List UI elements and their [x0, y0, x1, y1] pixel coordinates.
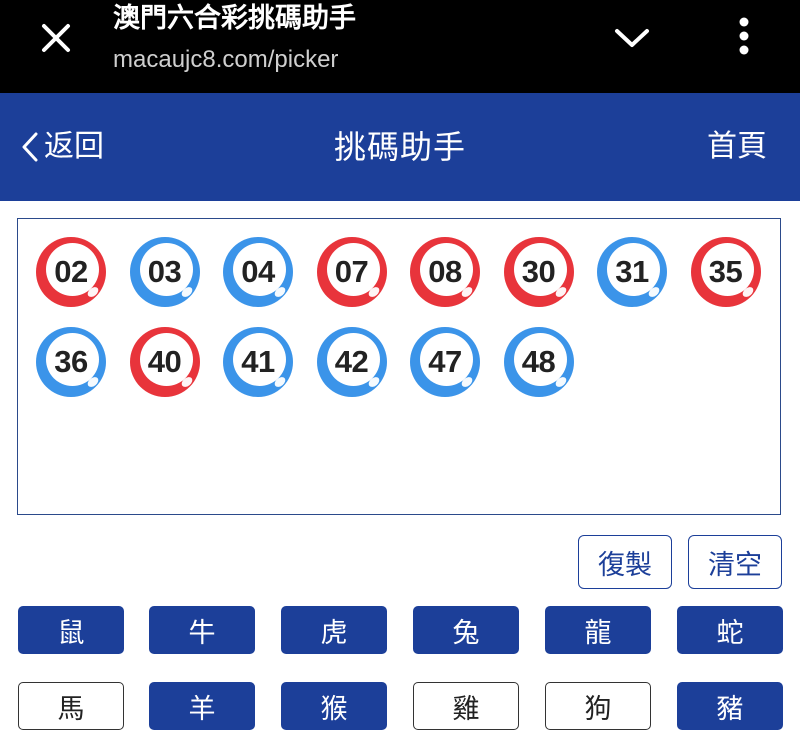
number-ball[interactable]: 40 — [129, 326, 201, 398]
zodiac-button[interactable]: 狗 — [545, 682, 651, 730]
clear-button[interactable]: 清空 — [688, 535, 782, 589]
ball-number: 36 — [54, 344, 88, 379]
ball-number: 35 — [708, 254, 743, 289]
number-ball[interactable]: 08 — [409, 236, 481, 308]
app-header: 返回 挑碼助手 首頁 — [0, 93, 800, 201]
number-ball[interactable]: 47 — [409, 326, 481, 398]
number-ball[interactable]: 36 — [35, 326, 107, 398]
number-ball[interactable]: 35 — [690, 236, 762, 308]
number-ball[interactable]: 41 — [222, 326, 294, 398]
browser-title-block: 澳門六合彩挑碼助手 macaujc8.com/picker — [113, 2, 356, 76]
number-ball[interactable]: 04 — [222, 236, 294, 308]
zodiac-button[interactable]: 牛 — [149, 606, 255, 654]
ball-number: 07 — [334, 254, 369, 289]
more-vertical-icon — [739, 17, 749, 55]
number-ball[interactable]: 31 — [596, 236, 668, 308]
zodiac-button[interactable]: 馬 — [18, 682, 124, 730]
zodiac-button[interactable]: 兔 — [413, 606, 519, 654]
zodiac-button[interactable]: 猴 — [281, 682, 387, 730]
ball-number: 47 — [428, 344, 462, 379]
ball-number: 03 — [147, 254, 182, 289]
ball-number: 41 — [241, 344, 275, 379]
chevron-left-icon — [22, 132, 38, 162]
browser-url[interactable]: macaujc8.com/picker — [113, 44, 356, 76]
ball-number: 02 — [54, 254, 88, 289]
zodiac-button[interactable]: 龍 — [545, 606, 651, 654]
ball-number: 08 — [428, 254, 462, 289]
number-ball[interactable]: 42 — [316, 326, 388, 398]
zodiac-button[interactable]: 豬 — [677, 682, 783, 730]
back-button[interactable]: 返回 — [20, 127, 104, 167]
close-icon — [42, 24, 70, 52]
zodiac-button[interactable]: 羊 — [149, 682, 255, 730]
ball-number: 31 — [615, 254, 649, 289]
browser-bar: 澳門六合彩挑碼助手 macaujc8.com/picker — [0, 0, 800, 93]
browser-page-title: 澳門六合彩挑碼助手 — [113, 3, 356, 34]
zodiac-button[interactable]: 虎 — [281, 606, 387, 654]
selected-numbers-panel: 02 03 04 07 08 30 31 35 36 40 41 42 47 48 — [17, 218, 781, 515]
zodiac-button[interactable]: 蛇 — [677, 606, 783, 654]
ball-number: 30 — [521, 254, 556, 289]
number-ball[interactable]: 48 — [503, 326, 575, 398]
back-label: 返回 — [44, 129, 104, 164]
chevron-down-icon — [615, 29, 649, 47]
number-ball[interactable]: 07 — [316, 236, 388, 308]
header-title: 挑碼助手 — [333, 128, 466, 166]
zodiac-button[interactable]: 鼠 — [18, 606, 124, 654]
ball-number: 42 — [334, 344, 369, 379]
copy-button[interactable]: 復製 — [578, 535, 672, 589]
ball-number: 04 — [241, 254, 275, 289]
ball-number: 48 — [521, 344, 556, 379]
home-link[interactable]: 首頁 — [707, 127, 767, 167]
expand-button[interactable] — [608, 16, 656, 60]
overflow-menu-button[interactable] — [724, 14, 764, 58]
close-tab-button[interactable] — [32, 18, 80, 58]
ball-number: 40 — [147, 344, 182, 379]
number-ball[interactable]: 30 — [503, 236, 575, 308]
zodiac-button[interactable]: 雞 — [413, 682, 519, 730]
number-ball[interactable]: 03 — [129, 236, 201, 308]
number-ball[interactable]: 02 — [35, 236, 107, 308]
